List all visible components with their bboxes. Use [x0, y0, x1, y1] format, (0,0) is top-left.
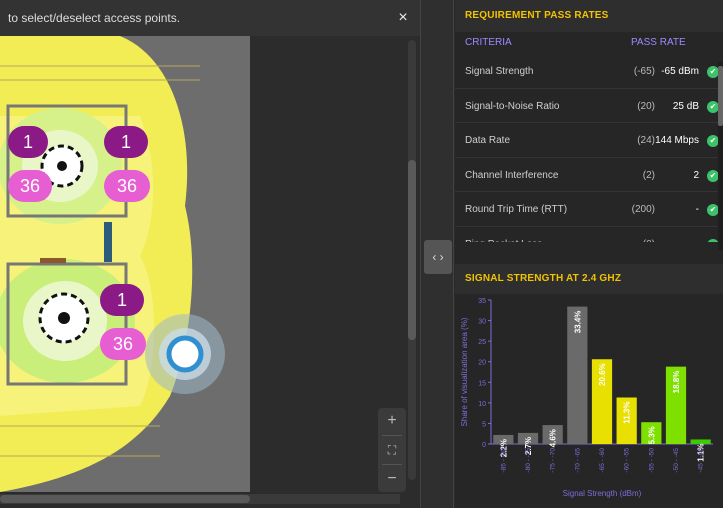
x-tick-label: -75 - -70 [550, 448, 557, 473]
horizontal-scrollbar[interactable] [0, 494, 400, 504]
x-tick-label: -45 - -40 [698, 448, 705, 473]
bar-value-label: 4.6% [549, 429, 558, 447]
bar-value-label: 20.6% [598, 363, 607, 386]
ap-3-channel-5-badge[interactable]: 36 [100, 328, 146, 360]
ap-2-channel-5-badge[interactable]: 36 [104, 170, 150, 202]
x-tick-label: -70 - -65 [574, 448, 581, 473]
requirement-threshold: (200) [631, 204, 655, 215]
criteria-column-label: CRITERIA [465, 37, 512, 48]
y-tick-label: 15 [478, 380, 486, 387]
instruction-bar: to select/deselect access points. × [0, 0, 420, 36]
requirement-label: Signal Strength [465, 66, 534, 77]
requirement-value: 25 dB [672, 100, 699, 112]
ap-2-channel-24-badge[interactable]: 1 [104, 126, 148, 158]
y-tick-label: 5 [482, 421, 486, 428]
requirement-label: Ping Packet Loss [465, 239, 542, 243]
requirement-row[interactable]: Signal-to-Noise Ratio (20) 25 dB ✔ [455, 89, 723, 123]
requirement-threshold: (0) [643, 239, 655, 243]
requirement-label: Channel Interference [465, 169, 559, 181]
requirement-row[interactable]: Ping Packet Loss(0)-✔ [455, 227, 723, 243]
signal-strength-header: SIGNAL STRENGTH AT 2.4 GHZ [455, 264, 723, 294]
vertical-scroll-thumb[interactable] [408, 160, 416, 340]
y-tick-label: 35 [478, 298, 486, 305]
requirement-label: Signal-to-Noise Ratio [465, 100, 560, 112]
requirement-row[interactable]: Data Rate (24) 144 Mbps ✔ [455, 123, 723, 158]
criteria-column-header: CRITERIA PASS RATE [455, 32, 723, 54]
instruction-text: to select/deselect access points. [8, 11, 181, 25]
signal-strength-chart-section: SIGNAL STRENGTH AT 2.4 GHZ 0 5 10 15 20 25 30 3… [455, 264, 723, 508]
y-axis-label: Share of visualization area (%) [460, 317, 469, 426]
vertical-scrollbar[interactable] [408, 40, 416, 480]
zoom-in-button[interactable]: + [380, 409, 404, 433]
heatmap-visualization [0, 36, 225, 492]
y-tick-label: 25 [478, 339, 486, 346]
requirement-value: - [695, 204, 699, 215]
requirement-scrollbar[interactable] [718, 62, 723, 250]
requirement-threshold: (20) [637, 100, 655, 112]
zoom-out-button[interactable]: − [380, 467, 404, 491]
requirement-value: 144 Mbps [655, 135, 699, 146]
y-tick-label: 10 [478, 401, 486, 408]
requirement-scroll-thumb[interactable] [718, 66, 723, 126]
requirement-threshold: (2) [642, 169, 655, 181]
bar-value-label: 33.4% [573, 311, 582, 334]
x-axis-label: Signal Strength (dBm) [563, 489, 642, 498]
map-panel: 1 36 1 36 1 36 to select/deselect access… [0, 0, 420, 508]
requirement-label: Round Trip Time (RTT) [465, 204, 568, 215]
x-tick-label: -65 - -60 [599, 448, 606, 473]
requirement-label: Data Rate [465, 135, 511, 146]
requirement-value: -65 dBm [661, 66, 699, 77]
results-panel: REQUIREMENT PASS RATES CRITERIA PASS RAT… [455, 0, 723, 508]
bar-value-label: 11.3% [623, 402, 632, 424]
y-tick-label: 0 [482, 442, 486, 449]
zoom-fit-button[interactable]: ⛶ [380, 438, 404, 462]
requirement-row[interactable]: Round Trip Time (RTT) (200) - ✔ [455, 192, 723, 227]
y-tick-label: 30 [478, 319, 486, 326]
signal-strength-chart: 0 5 10 15 20 25 30 35 Share of visualization are… [460, 298, 713, 498]
requirement-pass-rates-header: REQUIREMENT PASS RATES [455, 0, 723, 32]
zoom-divider [382, 435, 402, 436]
requirement-list: Signal Strength (-65) -65 dBm ✔ Signal-to-No… [455, 54, 723, 242]
x-tick-label: -50 - -45 [673, 448, 680, 473]
bar-value-label: 18.8% [672, 371, 681, 394]
ap-1-channel-5-badge[interactable]: 36 [8, 170, 52, 202]
requirement-value: - [696, 239, 699, 243]
ap-1-channel-24-badge[interactable]: 1 [8, 126, 48, 158]
zoom-divider [382, 464, 402, 465]
horizontal-scroll-thumb[interactable] [0, 495, 250, 503]
close-button[interactable]: × [392, 0, 414, 36]
x-tick-label: -80 - -75 [525, 448, 532, 473]
x-tick-label: -60 - -55 [624, 448, 631, 473]
requirement-row[interactable]: Signal Strength (-65) -65 dBm ✔ [455, 54, 723, 89]
y-tick-label: 20 [478, 360, 486, 367]
collapse-panel-button[interactable]: ‹ › [424, 240, 452, 274]
requirement-threshold: (-65) [633, 66, 655, 77]
heatmap-canvas[interactable]: 1 36 1 36 1 36 [0, 36, 250, 492]
requirement-threshold: (24) [637, 135, 655, 146]
bar [690, 439, 711, 444]
app-window: 1 36 1 36 1 36 to select/deselect access… [0, 0, 723, 508]
zoom-controls: + ⛶ − [378, 408, 406, 492]
requirement-row[interactable]: Channel Interference (2) 2 ✔ [455, 158, 723, 192]
requirement-value: 2 [693, 169, 699, 181]
ap-3-channel-24-badge[interactable]: 1 [100, 284, 144, 316]
x-tick-label: -55 - -50 [648, 448, 655, 473]
x-tick-label: -85 - -80 [500, 448, 507, 473]
pass-rate-column-label: PASS RATE [631, 37, 686, 48]
bar-value-label: 5.3% [647, 426, 656, 444]
